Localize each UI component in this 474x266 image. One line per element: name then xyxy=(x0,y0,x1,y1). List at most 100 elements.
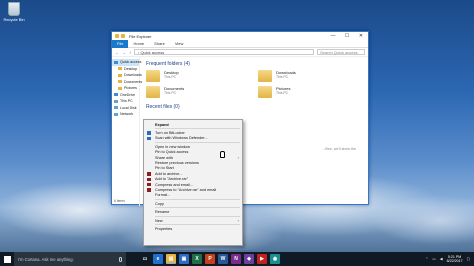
menu-item-label: Pin to Quick access xyxy=(155,150,189,155)
menu-item-new[interactable]: New › xyxy=(144,218,242,223)
folder-location: This PC xyxy=(276,91,289,95)
menu-item-label: Copy xyxy=(155,201,164,206)
close-button[interactable]: ✕ xyxy=(354,33,368,39)
recent-files-header[interactable]: Recent files (0) xyxy=(146,104,362,110)
pinned-apps: ▭ e ▤ ▣ X P W N ◆ ▶ ◉ xyxy=(140,254,280,264)
store-icon[interactable]: ▣ xyxy=(179,254,189,264)
microphone-icon[interactable] xyxy=(119,256,122,262)
forward-arrow-icon[interactable]: → xyxy=(122,50,126,55)
search-input[interactable]: Search Quick access xyxy=(317,49,365,55)
context-menu: Expand Turn on BitLocker Scan with Windows… xyxy=(143,119,243,246)
submenu-arrow-icon: › xyxy=(237,218,239,224)
winrar-icon xyxy=(147,188,151,192)
frequent-folders-header[interactable]: Frequent folders (4) xyxy=(146,61,362,67)
folder-icon xyxy=(115,34,119,38)
address-path: › Quick access xyxy=(138,49,165,55)
quick-access-toolbar-icon[interactable] xyxy=(121,34,125,38)
hand-cursor-icon xyxy=(220,151,225,158)
folder-location: This PC xyxy=(276,75,289,79)
folder-tile-downloads[interactable]: Downloads This PC xyxy=(258,70,362,82)
address-bar[interactable]: › Quick access xyxy=(134,49,314,55)
network-icon[interactable]: ▭ xyxy=(432,257,435,261)
menu-item-format[interactable]: Format... xyxy=(144,193,242,198)
cloud-icon xyxy=(114,93,118,97)
powerpoint-icon[interactable]: P xyxy=(205,254,215,264)
tab-view[interactable]: View xyxy=(170,40,189,48)
menu-item-label: Compress and email... xyxy=(155,182,193,187)
windows-logo-icon xyxy=(3,255,11,263)
tab-home[interactable]: Home xyxy=(128,40,149,48)
network-icon xyxy=(114,112,118,116)
recent-files-note: ...files, we'll show the xyxy=(322,147,356,151)
tray-arrow-icon[interactable]: ⌃ xyxy=(425,257,428,261)
nav-item-label: Network xyxy=(120,112,134,117)
tab-file[interactable]: File xyxy=(112,39,129,48)
menu-item-rename[interactable]: Rename xyxy=(144,209,242,214)
shield-icon xyxy=(147,131,151,135)
folder-icon xyxy=(258,70,272,82)
address-bar-row: ← → ↑ › Quick access Search Quick access xyxy=(112,48,368,57)
pc-icon xyxy=(114,99,118,103)
ribbon-tabs: File Home Share View xyxy=(112,39,368,48)
taskbar: I'm Cortana. Ask me anything. ▭ e ▤ ▣ X P W N ◆ ▶… xyxy=(0,252,474,266)
menu-item-scan-with-windows-defender[interactable]: Scan with Windows Defender... xyxy=(144,136,242,141)
back-arrow-icon[interactable]: ← xyxy=(115,50,119,55)
menu-item-label: Properties xyxy=(155,226,173,231)
word-icon[interactable]: W xyxy=(218,254,228,264)
menu-separator xyxy=(155,128,240,130)
menu-item-label: Open in new window xyxy=(155,144,191,149)
cortana-placeholder: I'm Cortana. Ask me anything. xyxy=(18,256,74,262)
folder-icon xyxy=(118,73,122,77)
file-explorer-icon[interactable]: ▤ xyxy=(166,254,176,264)
nav-item-label: Quick access xyxy=(120,60,142,65)
excel-icon[interactable]: X xyxy=(192,254,202,264)
maximize-button[interactable]: ☐ xyxy=(340,33,354,39)
navigation-pane: Quick access Desktop Downloads Documents Pic… xyxy=(112,57,142,206)
menu-item-label: Scan with Windows Defender... xyxy=(155,136,208,141)
app-red-icon[interactable]: ▶ xyxy=(257,254,267,264)
action-center-icon[interactable]: ▢ xyxy=(467,257,470,261)
folder-tile-pictures[interactable]: Pictures This PC xyxy=(258,86,362,98)
app-purple-icon[interactable]: ◆ xyxy=(244,254,254,264)
star-icon xyxy=(114,60,118,64)
menu-item-properties[interactable]: Properties xyxy=(144,226,242,231)
menu-item-label: Rename xyxy=(155,210,170,215)
menu-item-expand[interactable]: Expand xyxy=(144,122,242,127)
menu-item-label: Add to "Archive.rar" xyxy=(155,177,189,182)
folder-icon xyxy=(258,86,272,98)
folder-icon xyxy=(146,70,160,82)
nav-item-label: This PC xyxy=(120,99,133,104)
menu-separator xyxy=(155,224,240,226)
menu-item-label: Expand xyxy=(155,122,169,127)
nav-item-network[interactable]: Network xyxy=(112,111,139,118)
app-teal-icon[interactable]: ◉ xyxy=(270,254,280,264)
start-button[interactable] xyxy=(0,252,14,266)
clock[interactable]: 5:21 PM 8/22/2017 xyxy=(447,255,463,264)
menu-item-label: Add to archive... xyxy=(155,171,183,176)
folder-tile-documents[interactable]: Documents This PC xyxy=(146,86,250,98)
edge-icon[interactable]: e xyxy=(153,254,163,264)
folder-icon xyxy=(118,80,122,84)
onenote-icon[interactable]: N xyxy=(231,254,241,264)
recycle-bin-desktop-icon[interactable]: Recycle Bin xyxy=(3,2,25,22)
clock-date: 8/22/2017 xyxy=(446,259,463,263)
disk-icon xyxy=(114,106,118,110)
nav-item-label: Local Disk xyxy=(120,105,137,110)
up-arrow-icon[interactable]: ↑ xyxy=(129,50,131,55)
status-bar-item-count: 6 items xyxy=(114,199,125,203)
volume-icon[interactable]: ◀ xyxy=(440,257,443,261)
winrar-icon xyxy=(147,182,151,187)
task-view-icon[interactable]: ▭ xyxy=(140,254,150,264)
menu-item-label: Restore previous versions xyxy=(155,161,199,166)
folder-icon xyxy=(118,86,122,90)
nav-item-label: OneDrive xyxy=(120,92,136,97)
tab-share[interactable]: Share xyxy=(149,40,170,48)
winrar-icon xyxy=(147,172,151,176)
cortana-search-box[interactable]: I'm Cortana. Ask me anything. xyxy=(14,252,126,266)
menu-separator xyxy=(155,142,240,144)
menu-item-label: New xyxy=(155,218,163,223)
folder-icon xyxy=(118,67,122,71)
menu-item-copy[interactable]: Copy xyxy=(144,201,242,206)
minimize-button[interactable]: — xyxy=(326,33,340,39)
folder-tile-desktop[interactable]: Desktop This PC xyxy=(146,70,250,82)
